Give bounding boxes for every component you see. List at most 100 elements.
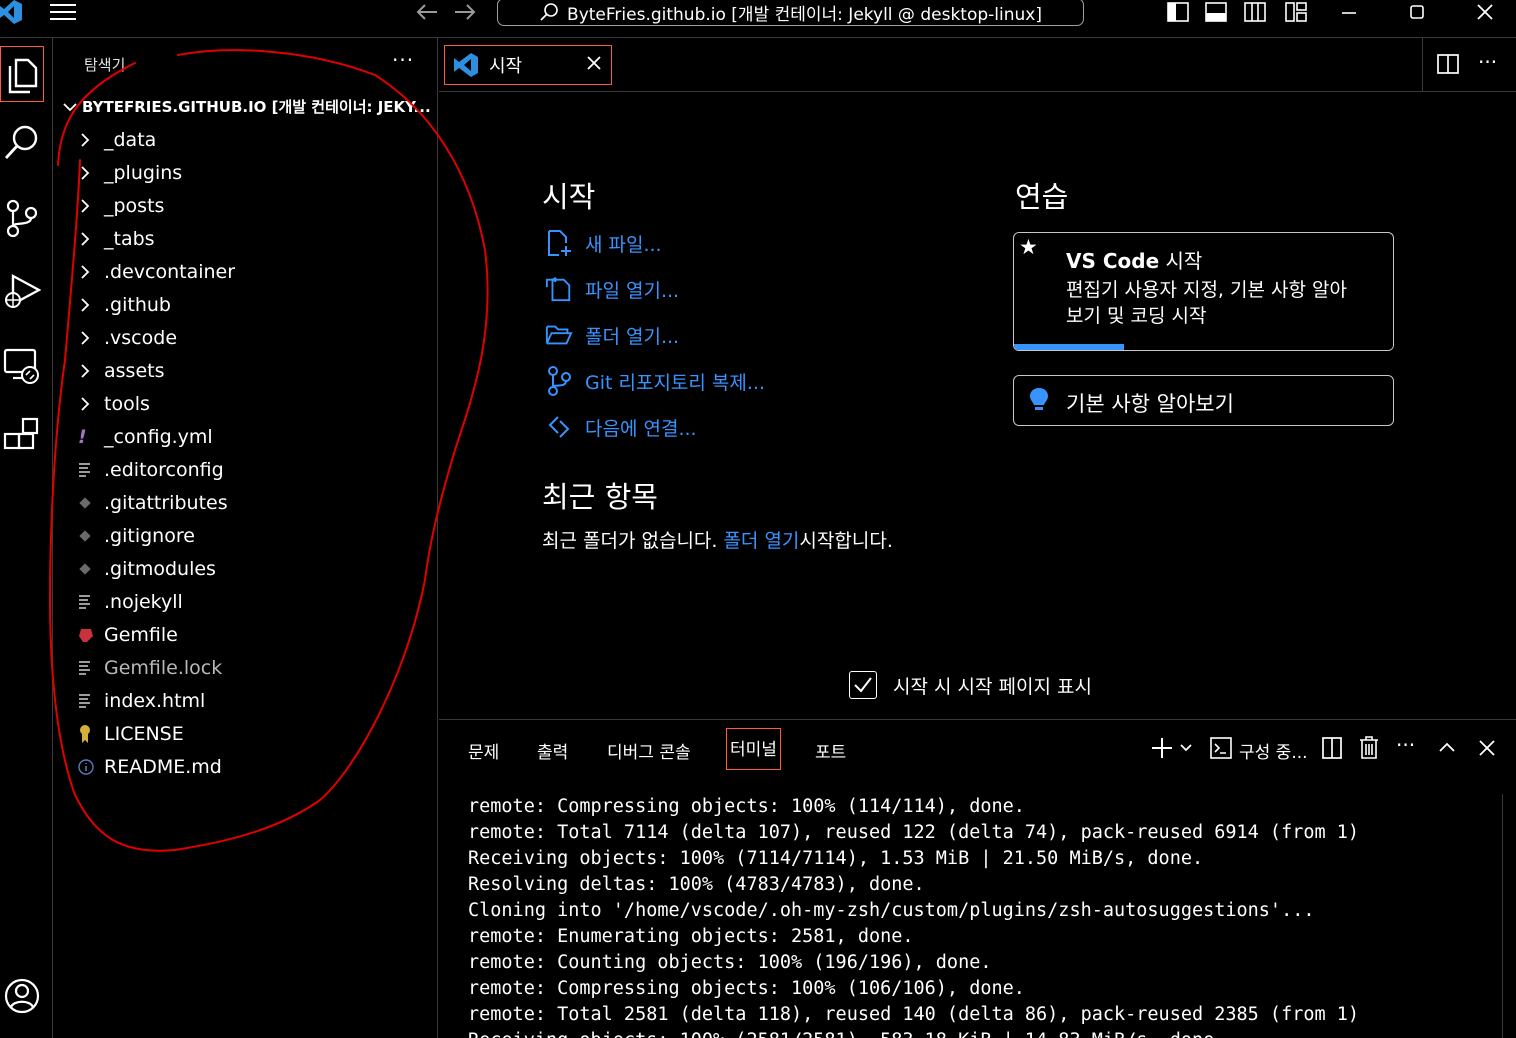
- walkthrough-card-title: VS Code 시작: [1066, 249, 1203, 273]
- title-bar: ByteFries.github.io [개발 컨테이너: Jekyll @ d…: [0, 0, 1516, 38]
- tree-folder[interactable]: .github: [78, 288, 171, 321]
- minimize-window-icon[interactable]: [1336, 0, 1362, 24]
- tree-folder[interactable]: .devcontainer: [78, 255, 235, 288]
- source-control-icon[interactable]: [0, 190, 44, 246]
- tree-file[interactable]: LICENSE: [78, 717, 184, 750]
- split-terminal-icon[interactable]: [1321, 737, 1343, 759]
- toggle-secondary-sidebar-icon[interactable]: [1243, 0, 1267, 24]
- tree-item-label: LICENSE: [104, 722, 184, 745]
- run-debug-icon[interactable]: [0, 262, 44, 318]
- forward-arrow-icon[interactable]: [452, 0, 478, 24]
- tree-item-label: .gitattributes: [104, 491, 228, 514]
- open-file-link[interactable]: 파일 열기...: [545, 275, 679, 303]
- more-actions-icon[interactable]: ···: [1396, 733, 1415, 757]
- search-icon[interactable]: [0, 116, 44, 172]
- tree-folder[interactable]: .vscode: [78, 321, 177, 354]
- tree-folder[interactable]: _data: [78, 123, 156, 156]
- walkthrough-card-get-started[interactable]: ★ VS Code 시작 편집기 사용자 지정, 기본 사항 알아 보기 및 코…: [1013, 232, 1394, 351]
- editor-actions: ···: [1422, 38, 1516, 92]
- customize-layout-icon[interactable]: [1284, 0, 1308, 24]
- terminal-scrollbar[interactable]: [1502, 794, 1516, 1038]
- tree-item-label: index.html: [104, 689, 206, 712]
- terminal-line: remote: Enumerating objects: 2581, done.: [468, 926, 914, 947]
- extensions-icon[interactable]: [0, 408, 44, 464]
- terminal-line: remote: Total 2581 (delta 118), reused 1…: [468, 1004, 1360, 1025]
- close-tab-icon[interactable]: [585, 54, 603, 72]
- tree-file[interactable]: README.md: [78, 750, 222, 783]
- tree-file[interactable]: Gemfile: [78, 618, 178, 651]
- walkthrough-card-description: 편집기 사용자 지정, 기본 사항 알아 보기 및 코딩 시작: [1066, 279, 1347, 327]
- tree-file[interactable]: .gitignore: [78, 519, 195, 552]
- tree-item-label: .vscode: [104, 326, 178, 349]
- clone-git-repository-link[interactable]: Git 리포지토리 복제...: [545, 366, 765, 396]
- tree-item-label: .editorconfig: [104, 458, 224, 481]
- recent-open-folder-link[interactable]: 폴더 열기: [723, 530, 799, 552]
- tree-item-label: .gitignore: [104, 524, 195, 547]
- tree-file[interactable]: .nojekyll: [78, 585, 183, 618]
- chevron-down-icon: [62, 99, 78, 115]
- new-file-link[interactable]: 새 파일...: [545, 229, 662, 257]
- close-panel-icon[interactable]: [1478, 739, 1496, 757]
- tab-welcome[interactable]: 시작: [444, 45, 612, 85]
- activity-bar: [0, 38, 53, 1038]
- tree-item-label: .devcontainer: [104, 260, 236, 283]
- trash-icon[interactable]: [1359, 736, 1379, 760]
- open-file-icon: [545, 275, 573, 303]
- maximize-window-icon[interactable]: [1404, 0, 1430, 24]
- toggle-panel-icon[interactable]: [1204, 0, 1228, 24]
- toggle-primary-sidebar-icon[interactable]: [1166, 0, 1190, 24]
- split-editor-icon[interactable]: [1437, 53, 1459, 75]
- back-arrow-icon[interactable]: [414, 0, 440, 24]
- chevron-down-icon[interactable]: [1179, 742, 1193, 754]
- tab-terminal[interactable]: 터미널: [726, 728, 781, 770]
- tab-ports[interactable]: 포트: [815, 738, 846, 763]
- open-folder-link[interactable]: 폴더 열기...: [545, 321, 679, 349]
- tree-file[interactable]: .gitattributes: [78, 486, 228, 519]
- show-welcome-on-startup[interactable]: 시작 시 시작 페이지 표시: [849, 671, 1092, 699]
- tree-file[interactable]: index.html: [78, 684, 205, 717]
- command-center-search[interactable]: ByteFries.github.io [개발 컨테이너: Jekyll @ d…: [497, 0, 1084, 26]
- start-heading: 시작: [542, 180, 596, 214]
- tree-file[interactable]: .editorconfig: [78, 453, 224, 486]
- menu-icon[interactable]: [48, 0, 78, 24]
- terminal-line: Resolving deltas: 100% (4783/4783), done…: [468, 874, 925, 895]
- tab-debug-console[interactable]: 디버그 콘솔: [607, 738, 691, 763]
- tree-file[interactable]: Gemfile.lock: [78, 651, 222, 684]
- explorer-icon[interactable]: [0, 46, 44, 102]
- git-file-icon: [78, 562, 104, 576]
- tree-item-label: _data: [104, 128, 157, 151]
- maximize-panel-icon[interactable]: [1438, 740, 1456, 754]
- terminal-line: remote: Compressing objects: 100% (114/1…: [468, 796, 1025, 817]
- tree-file[interactable]: .gitmodules: [78, 552, 216, 585]
- terminal-output[interactable]: remote: Compressing objects: 100% (114/1…: [468, 794, 1359, 1038]
- terminal-profile-icon[interactable]: [1210, 737, 1232, 759]
- accounts-icon[interactable]: [0, 968, 44, 1024]
- walkthrough-card-fundamentals[interactable]: 기본 사항 알아보기: [1013, 375, 1394, 426]
- explorer-sidebar: 탐색기 ··· BYTEFRIES.GITHUB.IO [개발 컨테이너: JE…: [54, 38, 438, 1038]
- tab-output[interactable]: 출력: [537, 738, 568, 763]
- tab-problems[interactable]: 문제: [468, 738, 499, 763]
- tree-folder[interactable]: tools: [78, 387, 150, 420]
- tree-folder[interactable]: _tabs: [78, 222, 155, 255]
- tree-item-label: Gemfile.lock: [104, 656, 223, 679]
- checkbox-checked-icon[interactable]: [849, 671, 877, 699]
- tree-folder[interactable]: _posts: [78, 189, 164, 222]
- connect-to-link[interactable]: 다음에 연결...: [545, 413, 697, 441]
- terminal-profile-label[interactable]: 구성 중...: [1239, 738, 1308, 763]
- more-actions-icon[interactable]: ···: [1478, 50, 1497, 74]
- new-terminal-icon[interactable]: [1151, 737, 1175, 759]
- terminal-line: remote: Total 7114 (delta 107), reused 1…: [468, 822, 1360, 843]
- explorer-more-actions-icon[interactable]: ···: [392, 48, 414, 72]
- tab-welcome-label: 시작: [489, 56, 523, 77]
- tree-file[interactable]: ! _config.yml: [78, 420, 213, 453]
- walkthroughs-heading: 연습: [1015, 180, 1069, 214]
- tree-folder[interactable]: _plugins: [78, 156, 182, 189]
- workspace-root-folder[interactable]: BYTEFRIES.GITHUB.IO [개발 컨테이너: JEKY...: [62, 96, 431, 117]
- terminal-line: Receiving objects: 100% (7114/7114), 1.5…: [468, 848, 1204, 869]
- recent-heading: 최근 항목: [542, 480, 658, 514]
- remote-explorer-icon[interactable]: [0, 336, 44, 392]
- close-window-icon[interactable]: [1472, 0, 1498, 24]
- git-file-icon: [78, 529, 104, 543]
- bottom-panel: 문제 출력 디버그 콘솔 터미널 포트 구성 중... ··· remote: …: [439, 719, 1516, 1038]
- tree-folder[interactable]: assets: [78, 354, 164, 387]
